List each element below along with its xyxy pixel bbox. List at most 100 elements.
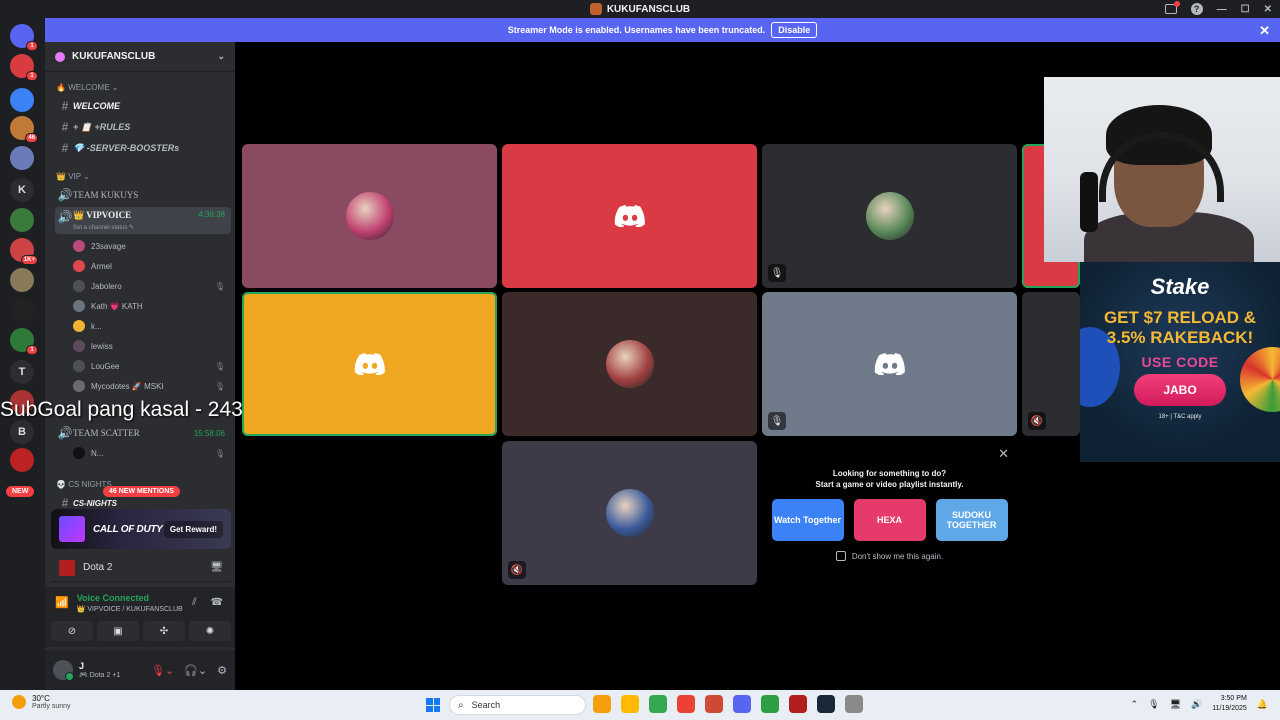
taskbar-app-icon[interactable] bbox=[817, 695, 835, 713]
server-icon[interactable]: 46 bbox=[10, 116, 38, 143]
activity-card[interactable]: Watch Together bbox=[771, 499, 844, 541]
server-icon[interactable]: 1 bbox=[10, 328, 38, 355]
discord-home-icon[interactable]: 1 bbox=[10, 24, 38, 51]
voice-user[interactable]: LouGee 🎙 bbox=[73, 357, 231, 375]
category-vip[interactable]: 👑 VIP ⌄ bbox=[56, 172, 90, 181]
screen-share-icon[interactable]: 🖥 bbox=[210, 562, 223, 573]
new-mentions-badge[interactable]: 46 NEW MENTIONS bbox=[103, 486, 180, 497]
video-tile-partial[interactable]: 🔇 bbox=[1022, 292, 1080, 436]
avatar bbox=[73, 240, 85, 252]
headphones-icon[interactable]: 🎧⌄ bbox=[184, 664, 207, 677]
activity-card[interactable]: SUDOKU TOGETHER bbox=[935, 499, 1008, 541]
activity-card[interactable]: HEXA bbox=[853, 499, 926, 541]
voice-user[interactable]: Jabolero 🎙 bbox=[73, 277, 231, 295]
minimize-button[interactable]: — bbox=[1217, 4, 1227, 15]
voice-user[interactable]: k... bbox=[73, 317, 231, 335]
microphone-icon[interactable]: 🎙 bbox=[1148, 699, 1159, 710]
video-tile[interactable] bbox=[242, 292, 497, 436]
video-tile[interactable] bbox=[502, 144, 757, 288]
channel-boosters[interactable]: # 💎 -SERVER-BOOSTERs bbox=[55, 139, 231, 157]
server-icon[interactable]: B bbox=[10, 420, 34, 444]
share-screen-button[interactable]: ▣ bbox=[97, 621, 139, 641]
disconnect-icon[interactable]: ☎ bbox=[211, 597, 223, 608]
volume-icon[interactable]: 🔊 bbox=[1191, 699, 1202, 710]
server-icon[interactable]: 1 bbox=[10, 54, 38, 81]
voice-user[interactable]: 23savage bbox=[73, 237, 231, 255]
taskbar-app-icon[interactable] bbox=[733, 695, 751, 713]
network-icon[interactable]: 🖥 bbox=[1170, 699, 1181, 710]
soundboard-button[interactable]: ✺ bbox=[189, 621, 231, 641]
server-icon[interactable] bbox=[10, 298, 34, 322]
channel-team-scatter[interactable]: 🔊 TEAM SCATTER 15:58:06 bbox=[55, 424, 231, 442]
video-tile[interactable]: 🎙 bbox=[762, 144, 1017, 288]
voice-connection-panel: 📶 Voice Connected 👑 VIPVOICE / KUKUFANSC… bbox=[45, 587, 235, 647]
voice-user[interactable]: lewiss bbox=[73, 337, 231, 355]
avatar bbox=[73, 340, 85, 352]
server-header[interactable]: KUKUFANSCLUB ⌄ bbox=[45, 42, 235, 72]
taskbar-search[interactable]: ⌕ Search bbox=[449, 695, 586, 715]
disable-streamer-mode-button[interactable]: Disable bbox=[771, 22, 818, 38]
dont-show-checkbox[interactable]: Don't show me this again. bbox=[762, 551, 1017, 561]
server-icon[interactable]: 1K+ bbox=[10, 238, 38, 265]
channel-rules[interactable]: # + 📋 +RULES bbox=[55, 118, 231, 136]
sponsor-ad: Stake GET $7 RELOAD & 3.5% RAKEBACK! USE… bbox=[1080, 262, 1280, 462]
voice-user-name: N... bbox=[91, 448, 104, 458]
video-tile[interactable]: 🎙 bbox=[762, 292, 1017, 436]
start-button[interactable] bbox=[426, 698, 440, 712]
participant-avatar bbox=[605, 340, 654, 388]
taskbar-app-icon[interactable] bbox=[761, 695, 779, 713]
weather-widget[interactable]: 30°C Partly sunny bbox=[12, 694, 71, 710]
close-icon[interactable]: ✕ bbox=[998, 446, 1009, 462]
video-tile[interactable] bbox=[502, 292, 757, 436]
server-icon[interactable] bbox=[10, 268, 34, 292]
server-icon[interactable]: K bbox=[10, 178, 34, 202]
voice-user[interactable]: N... 🎙 bbox=[73, 444, 231, 462]
mention-badge: 1K+ bbox=[20, 255, 38, 265]
inbox-icon[interactable] bbox=[1164, 1, 1180, 14]
taskbar-app-icon[interactable] bbox=[705, 695, 723, 713]
channel-team-kukuys[interactable]: 🔊 TEAM KUKUYS bbox=[55, 186, 231, 204]
taskbar-app-icon[interactable] bbox=[649, 695, 667, 713]
maximize-button[interactable]: ☐ bbox=[1241, 4, 1250, 15]
server-icon[interactable]: T bbox=[10, 360, 34, 384]
promo-code-button: JABO bbox=[1134, 374, 1226, 406]
activities-button[interactable]: ✣ bbox=[143, 621, 185, 641]
server-icon[interactable] bbox=[10, 88, 34, 112]
noise-suppression-icon[interactable]: ⫽ bbox=[192, 597, 196, 608]
server-icon[interactable] bbox=[10, 448, 34, 472]
category-welcome[interactable]: 🔥 WELCOME ⌄ bbox=[56, 83, 118, 92]
get-reward-button[interactable]: Get Reward! bbox=[163, 520, 223, 538]
activity-panel[interactable]: Dota 2 🖥 bbox=[51, 554, 231, 582]
voice-user[interactable]: Kath 💗 KATH bbox=[73, 297, 231, 315]
video-tile[interactable]: 🔇 bbox=[502, 441, 757, 585]
taskbar-app-icon[interactable] bbox=[845, 695, 863, 713]
taskbar-app-icon[interactable] bbox=[677, 695, 695, 713]
avatar[interactable] bbox=[53, 660, 74, 681]
server-icon[interactable] bbox=[10, 146, 34, 170]
notification-icon[interactable]: 🔔 bbox=[1257, 699, 1268, 710]
close-window-button[interactable]: ✕ bbox=[1264, 4, 1272, 15]
camera-off-button[interactable]: ⊘ bbox=[51, 621, 93, 641]
ad-headline-1: GET $7 RELOAD & bbox=[1103, 308, 1257, 327]
chevron-up-icon[interactable]: ⌃ bbox=[1131, 699, 1139, 710]
chevron-down-icon[interactable]: ⌄ bbox=[217, 51, 225, 62]
activity-game: Dota 2 bbox=[83, 562, 113, 573]
taskbar-app-icon[interactable] bbox=[789, 695, 807, 713]
channel-status-prompt[interactable]: Set a channel status ✎ bbox=[73, 224, 134, 231]
promo-banner[interactable]: CALL OF DUTY Get Reward! bbox=[51, 509, 231, 549]
close-banner-icon[interactable]: ✕ bbox=[1259, 23, 1270, 39]
voice-user[interactable]: Armel bbox=[73, 257, 231, 275]
sponsor-logo: Stake bbox=[1150, 274, 1210, 299]
gear-icon[interactable]: ⚙ bbox=[217, 664, 227, 677]
taskbar-app-icon[interactable] bbox=[621, 695, 639, 713]
help-icon[interactable]: ? bbox=[1190, 3, 1203, 15]
server-icon[interactable] bbox=[10, 208, 34, 232]
voice-status[interactable]: 📶 Voice Connected 👑 VIPVOICE / KUKUFANSC… bbox=[55, 593, 183, 613]
taskbar-app-icon[interactable] bbox=[593, 695, 611, 713]
muted-icon: 🎙 bbox=[214, 381, 225, 391]
clock[interactable]: 3:50 PM 11/19/2025 bbox=[1212, 694, 1247, 714]
voice-user[interactable]: Mycodotes 🚀 MSKI 🎙 bbox=[73, 377, 231, 395]
mic-muted-icon[interactable]: 🎙⌄ bbox=[151, 664, 174, 677]
channel-welcome[interactable]: # WELCOME bbox=[55, 97, 231, 115]
video-tile[interactable] bbox=[242, 144, 497, 288]
